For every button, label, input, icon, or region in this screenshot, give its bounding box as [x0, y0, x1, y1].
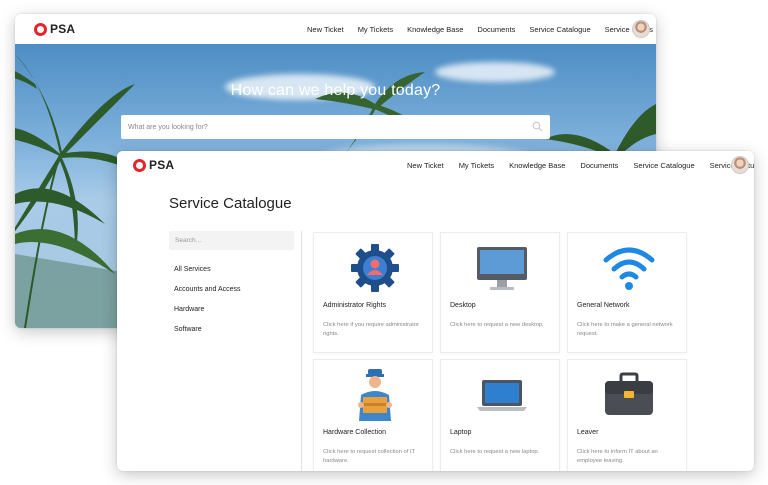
top-nav-bar: PSA New Ticket My Tickets Knowledge Base…	[15, 14, 656, 44]
card-title: Administrator Rights	[323, 302, 387, 309]
hero-search-input[interactable]: What are you looking for?	[121, 115, 550, 139]
category-all-services[interactable]: All Services	[169, 266, 294, 286]
service-card-laptop[interactable]: Laptop Click here to request a new lapto…	[440, 359, 560, 471]
nav-new-ticket[interactable]: New Ticket	[307, 25, 344, 34]
card-title: Laptop	[450, 429, 472, 436]
user-avatar[interactable]	[731, 156, 749, 174]
card-description: Click here to request collection of IT h…	[323, 449, 416, 464]
psa-logo[interactable]: PSA	[133, 158, 174, 172]
nav-my-tickets[interactable]: My Tickets	[358, 25, 393, 34]
sidebar-divider	[301, 231, 302, 471]
nav-service-catalogue[interactable]: Service Catalogue	[529, 25, 590, 34]
service-card-leaver[interactable]: Leaver Click here to inform IT about an …	[567, 359, 687, 471]
logo-ring-icon	[34, 22, 47, 36]
gear-user-icon	[349, 242, 401, 294]
laptop-icon	[476, 369, 528, 421]
nav-service-catalogue[interactable]: Service Catalogue	[633, 161, 694, 170]
card-title: Desktop	[450, 302, 476, 309]
logo-text: PSA	[149, 158, 175, 172]
delivery-person-icon	[349, 369, 401, 421]
nav-new-ticket[interactable]: New Ticket	[407, 161, 444, 170]
service-catalogue-window: PSA New Ticket My Tickets Knowledge Base…	[117, 151, 754, 471]
main-nav: New Ticket My Tickets Knowledge Base Doc…	[307, 25, 653, 34]
user-avatar[interactable]	[632, 20, 650, 38]
page-title: Service Catalogue	[169, 195, 292, 212]
card-description: Click here to make a general network req…	[577, 322, 673, 337]
card-description: Click here to inform IT about an employe…	[577, 449, 658, 464]
nav-knowledge-base[interactable]: Knowledge Base	[509, 161, 565, 170]
nav-documents[interactable]: Documents	[580, 161, 618, 170]
logo-text: PSA	[50, 22, 76, 36]
briefcase-icon	[603, 369, 655, 421]
hero-title: How can we help you today?	[230, 82, 441, 99]
nav-my-tickets[interactable]: My Tickets	[459, 161, 494, 170]
main-nav: New Ticket My Tickets Knowledge Base Doc…	[407, 161, 754, 170]
hero-search-placeholder: What are you looking for?	[128, 123, 208, 131]
card-description: Click here if you require administrator …	[323, 322, 420, 337]
service-card-grid: Administrator Rights Click here if you r…	[313, 232, 687, 471]
card-title: Leaver	[577, 429, 599, 436]
category-software[interactable]: Software	[169, 326, 294, 346]
service-card-administrator-rights[interactable]: Administrator Rights Click here if you r…	[313, 232, 433, 353]
search-icon[interactable]	[532, 121, 543, 132]
category-list: All Services Accounts and Access Hardwar…	[169, 266, 294, 346]
card-description: Click here to request a new laptop.	[450, 449, 540, 455]
wifi-icon	[603, 242, 655, 294]
service-card-desktop[interactable]: Desktop Click here to request a new desk…	[440, 232, 560, 353]
card-description: Click here to request a new desktop.	[450, 322, 544, 328]
catalogue-search-input[interactable]: Search...	[169, 231, 294, 250]
psa-logo[interactable]: PSA	[34, 22, 75, 36]
service-card-general-network[interactable]: General Network Click here to make a gen…	[567, 232, 687, 353]
nav-knowledge-base[interactable]: Knowledge Base	[407, 25, 463, 34]
card-title: General Network	[577, 302, 630, 309]
service-card-hardware-collection[interactable]: Hardware Collection Click here to reques…	[313, 359, 433, 471]
category-hardware[interactable]: Hardware	[169, 306, 294, 326]
top-nav-bar: PSA New Ticket My Tickets Knowledge Base…	[117, 151, 754, 179]
logo-ring-icon	[133, 158, 146, 172]
card-title: Hardware Collection	[323, 429, 387, 436]
category-sidebar: Search... All Services Accounts and Acce…	[169, 231, 294, 346]
nav-documents[interactable]: Documents	[477, 25, 515, 34]
category-accounts-and-access[interactable]: Accounts and Access	[169, 286, 294, 306]
desktop-icon	[476, 242, 528, 294]
